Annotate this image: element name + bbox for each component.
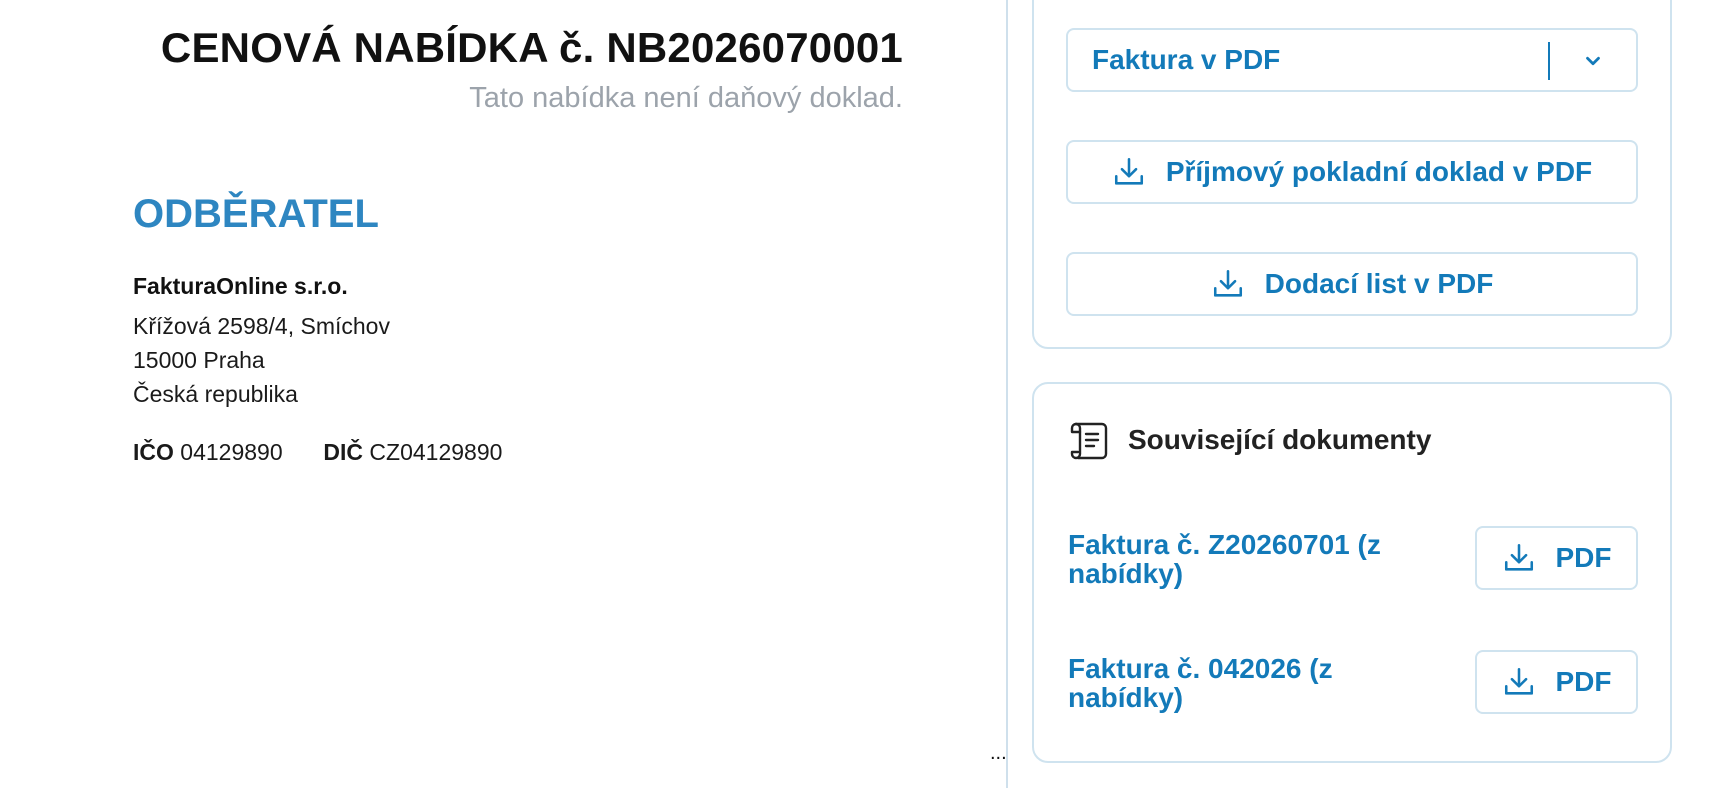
invoice-pdf-label: Faktura v PDF xyxy=(1092,44,1281,75)
customer-address-line2: 15000 Praha xyxy=(133,347,265,373)
ico-value: 04129890 xyxy=(180,439,283,465)
customer-address-line3: Česká republika xyxy=(133,381,298,407)
invoice-pdf-dropdown[interactable]: Faktura v PDF xyxy=(1066,28,1638,92)
download-icon xyxy=(1213,269,1242,297)
document-title: CENOVÁ NABÍDKA č. NB2026070001 xyxy=(160,24,903,71)
vertical-divider xyxy=(1006,0,1008,788)
related-document-link-2[interactable]: Faktura č. 042026 (z nabídky) xyxy=(1068,654,1448,712)
document-preview: CENOVÁ NABÍDKA č. NB2026070001 Tato nabí… xyxy=(0,0,1007,788)
download-icon xyxy=(1504,667,1533,695)
pdf-label: PDF xyxy=(1555,542,1612,573)
dic-label: DIČ xyxy=(323,439,364,465)
receipt-pdf-button[interactable]: Příjmový pokladní doklad v PDF xyxy=(1066,140,1638,204)
related-documents-title: Související dokumenty xyxy=(1128,424,1432,455)
ico-label: IČO xyxy=(133,439,174,465)
download-icon xyxy=(1114,157,1143,185)
customer-address-line1: Křížová 2598/4, Smíchov xyxy=(133,313,390,339)
chevron-down-icon[interactable] xyxy=(1582,50,1604,72)
scroll-document-icon xyxy=(1070,422,1108,460)
document-subtitle: Tato nabídka není daňový doklad. xyxy=(469,82,903,114)
related-document-link-1[interactable]: Faktura č. Z20260701 (z nabídky) xyxy=(1068,530,1448,588)
dropdown-separator xyxy=(1548,42,1550,80)
dic-value: CZ04129890 xyxy=(369,439,503,465)
delivery-note-pdf-button[interactable]: Dodací list v PDF xyxy=(1066,252,1638,316)
related-documents-header: Související dokumenty xyxy=(1066,420,1431,460)
download-icon xyxy=(1504,543,1533,571)
receipt-pdf-label: Příjmový pokladní doklad v PDF xyxy=(1165,156,1593,187)
related-document-pdf-button-1[interactable]: PDF xyxy=(1475,526,1638,590)
pdf-label: PDF xyxy=(1555,666,1612,697)
delivery-note-pdf-label: Dodací list v PDF xyxy=(1264,268,1494,299)
related-document-pdf-button-2[interactable]: PDF xyxy=(1475,650,1638,714)
customer-ids: IČO 04129890 DIČ CZ04129890 xyxy=(133,439,502,466)
ellipsis-indicator: ... xyxy=(990,742,1007,764)
customer-section-title: ODBĚRATEL xyxy=(133,192,379,236)
customer-name: FakturaOnline s.r.o. xyxy=(133,273,348,299)
